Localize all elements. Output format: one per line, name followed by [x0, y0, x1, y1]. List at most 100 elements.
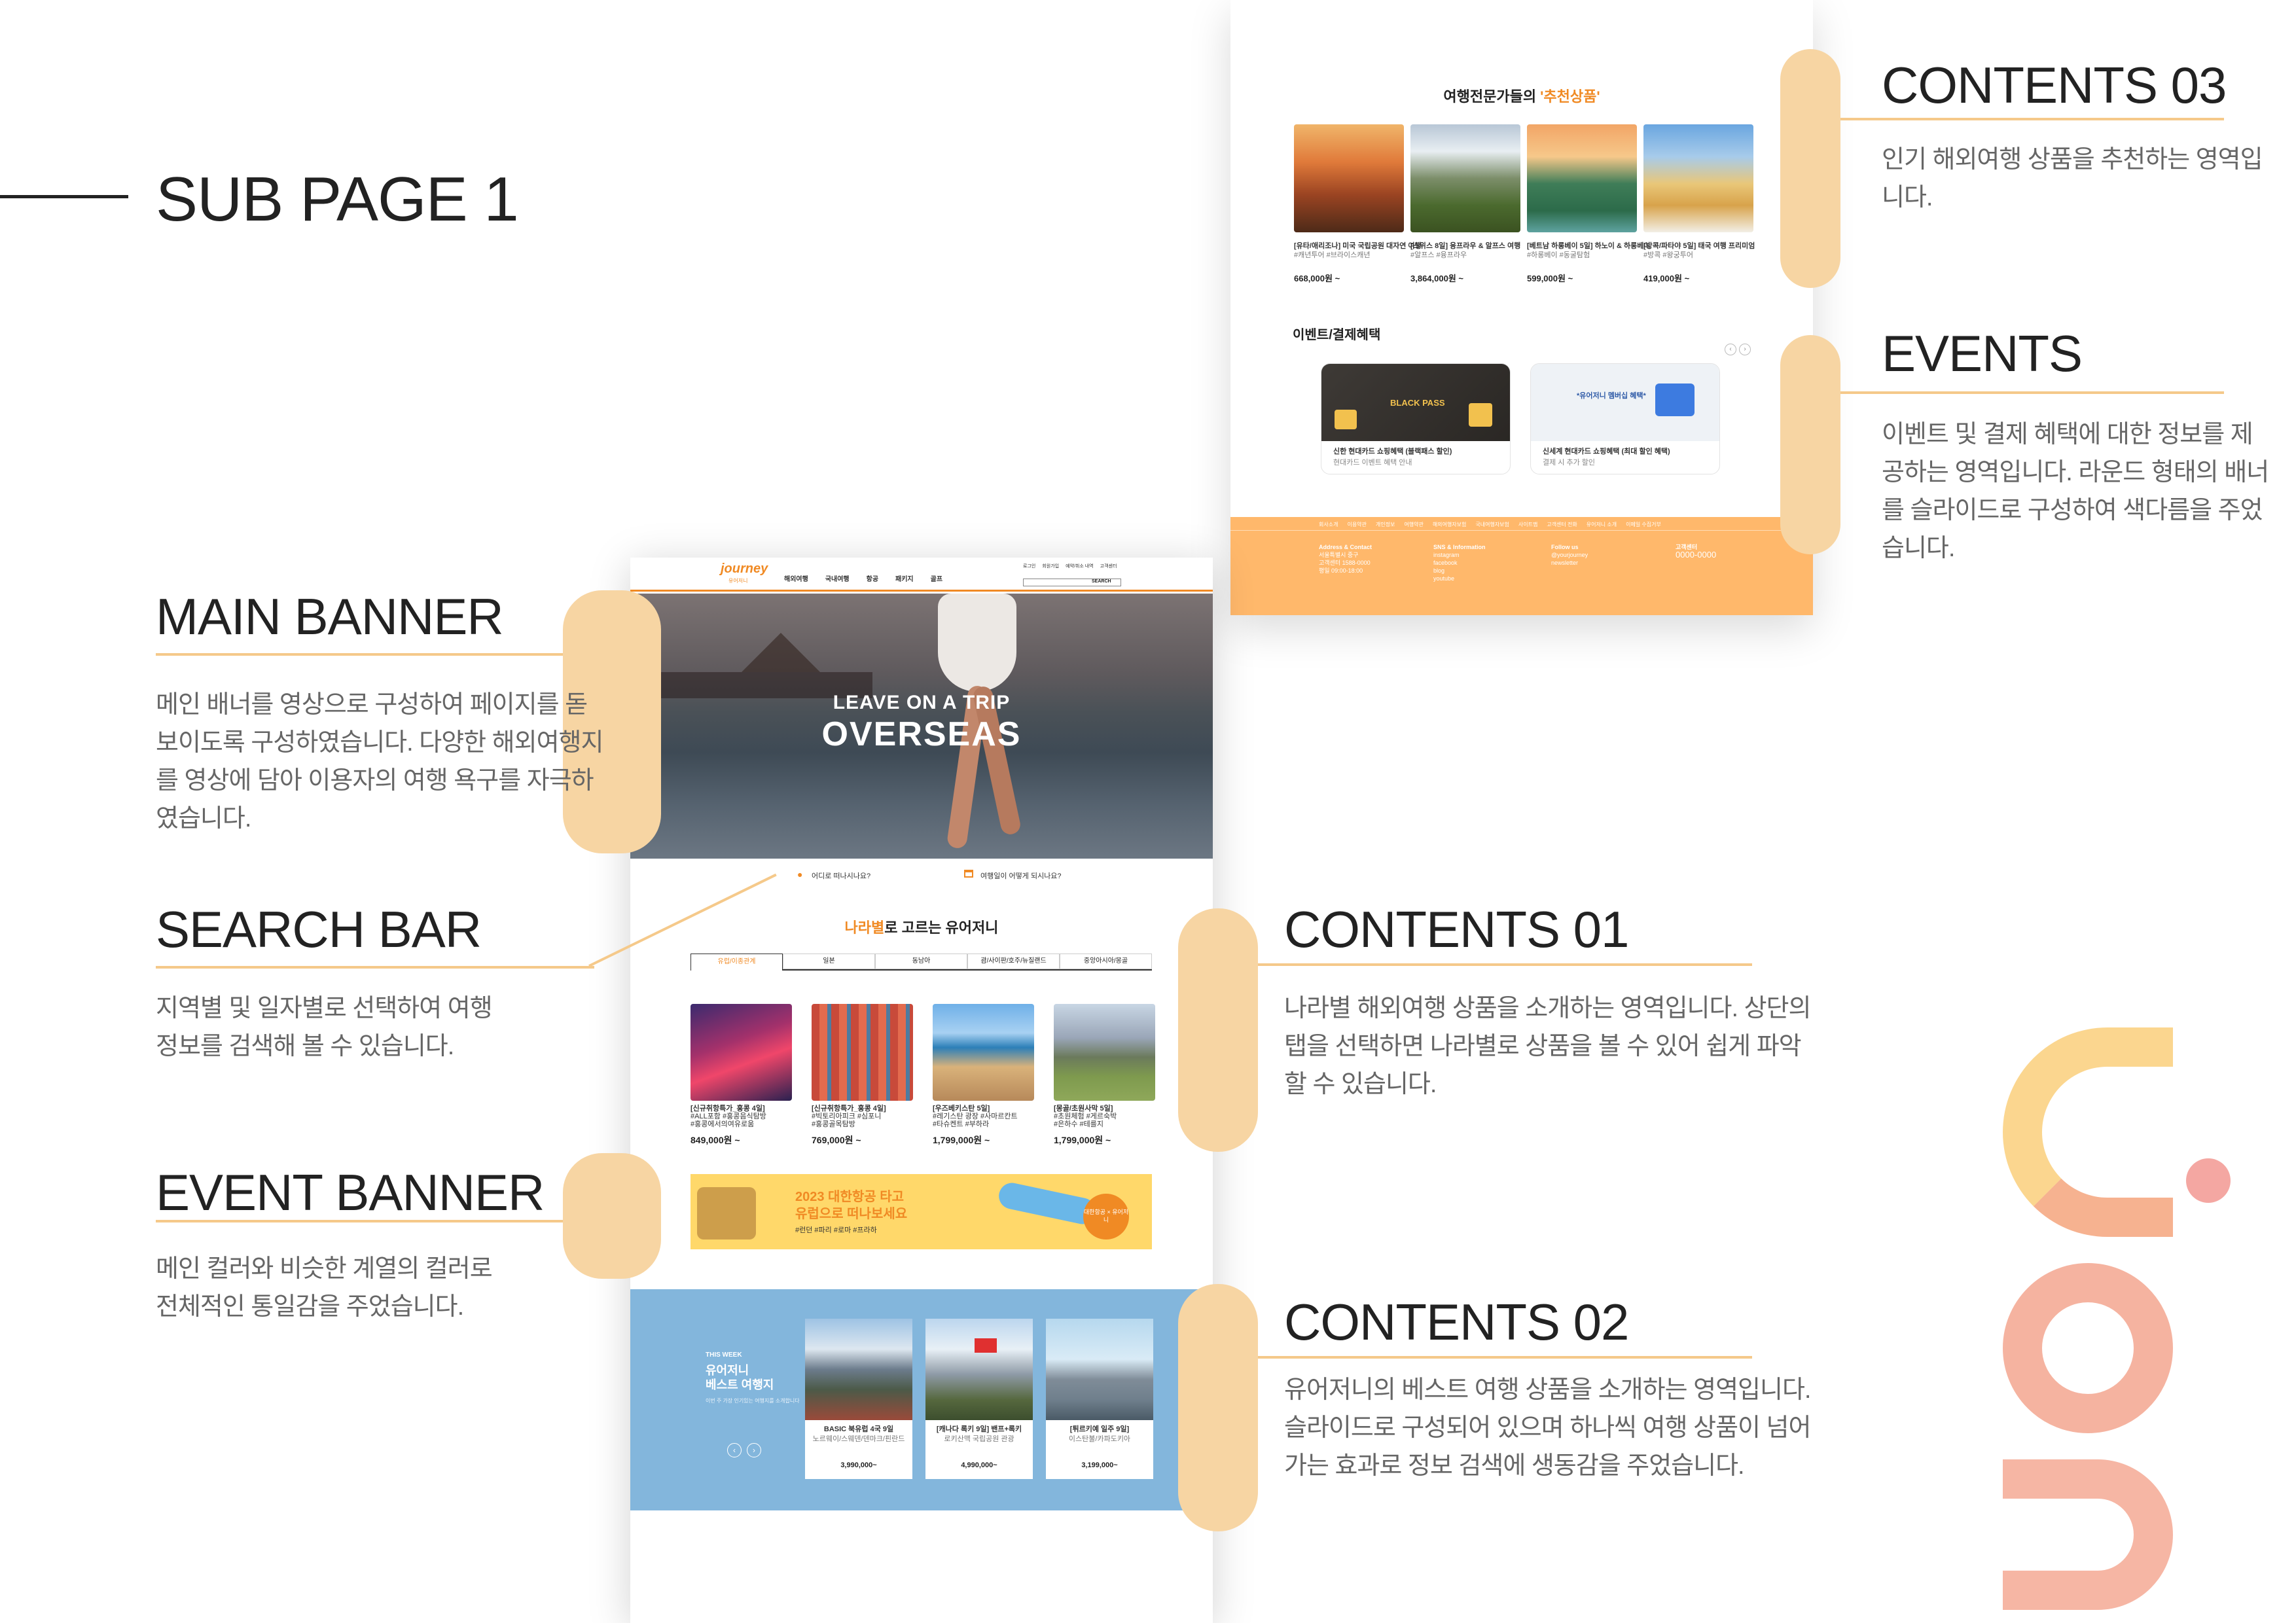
decorative-logo — [1964, 1027, 2238, 1623]
footer: 회사소개 이용약관 개인정보 여행약관 해외여행자보험 국내여행자보험 사이트맵 고객센터 전… — [1230, 517, 1813, 615]
annotation-tab — [563, 1153, 661, 1279]
event-banner-membership: *유어저니 멤버십 혜택* — [1531, 364, 1719, 441]
site-logo[interactable]: journey — [721, 562, 768, 577]
best-card[interactable]: BASIC 북유럽 4국 9일 노르웨이/스웨덴/덴마크/핀란드 3,990,0… — [805, 1319, 912, 1479]
hero-video-banner: LEAVE ON A TRIP OVERSEAS — [630, 594, 1213, 859]
rec-image-temple — [1643, 124, 1753, 232]
annotation-line — [156, 1220, 563, 1222]
annotation-line — [1258, 1356, 1752, 1359]
events-title: EVENTS — [1882, 325, 2083, 382]
search-bar: ● 어디로 떠나시나요? 여행일이 어떻게 되시나요? — [630, 864, 1213, 890]
luggage-illustration — [697, 1187, 756, 1240]
mockup-subpage-main: journey 유어저니 해외여행 국내여행 항공 패키지 골프 로그인 회원가입 예약/취… — [630, 558, 1213, 1623]
country-section-title: 나라별로 고르는 유어저니 — [844, 919, 999, 936]
nav-item[interactable]: 해외여행 — [784, 576, 808, 583]
annotation-line — [156, 653, 563, 656]
site-header: journey 유어저니 해외여행 국내여행 항공 패키지 골프 로그인 회원가입 예약/취… — [630, 558, 1213, 592]
nav-item[interactable]: 골프 — [931, 576, 942, 583]
rec-card[interactable]: [방콕/파타야 5일] 태국 여행 프리미엄 #방콕 #왕궁투어 419,000… — [1643, 124, 1755, 288]
tab-southeast-asia[interactable]: 동남아 — [875, 954, 967, 969]
rec-card[interactable]: [유타/애리조나] 미국 국립공원 대자연 여행 #캐년투어 #브라이스캐년 6… — [1294, 124, 1422, 288]
footer-col: Address & Contact 서울특별시 중구 고객센터 1588-000… — [1319, 544, 1372, 574]
best-card[interactable]: [캐나다 록키 9일] 밴프+록키 로키산맥 국립공원 관광 4,990,000… — [925, 1319, 1033, 1479]
product-card[interactable]: [신규취항특가_홍콩 4일] #ALL포함 #홍콩음식탐방 #홍콩에서의여유로움… — [691, 1004, 792, 1145]
product-card[interactable]: [우즈베키스탄 5일] #레기스탄 광장 #사마르칸트 #타슈켄트 #부하라 1… — [933, 1004, 1034, 1145]
rec-title: 여행전문가들의 '추천상품' — [1443, 88, 1600, 105]
tab-central-asia[interactable]: 중앙아시아/몽골 — [1060, 954, 1152, 969]
nav-item[interactable]: 국내여행 — [825, 576, 850, 583]
contents03-desc: 인기 해외여행 상품을 추천하는 영역입 니다. — [1882, 146, 2263, 211]
hero-hut — [742, 633, 820, 672]
events-prev-button[interactable]: ‹ — [1725, 344, 1736, 355]
main-banner-desc: 메인 배너를 영상으로 구성하여 페이지를 돋 보이도록 구성하였습니다. 다양… — [156, 691, 603, 832]
footer-col: Follow us @yourjourney newsletter — [1551, 544, 1588, 566]
event-banner-desc: 메인 컬러와 비슷한 계열의 컬러로 전체적인 통일감을 주었습니다. — [156, 1255, 493, 1321]
nav-item[interactable]: 패키지 — [895, 576, 914, 583]
annotation-line — [156, 966, 594, 969]
rec-card[interactable]: [스위스 8일] 융프라우 & 알프스 여행 #알프스 #융프라우 3,864,… — [1410, 124, 1520, 288]
hero-title: OVERSEAS — [821, 715, 1022, 753]
rec-image-alps — [1410, 124, 1520, 232]
annotation-tab — [1780, 49, 1840, 288]
contents01-desc: 나라별 해외여행 상품을 소개하는 영역입니다. 상단의 탭을 선택하면 나라별… — [1284, 995, 1811, 1098]
events-desc: 이벤트 및 결제 혜택에 대한 정보를 제 공하는 영역입니다. 라운드 형태의… — [1882, 421, 2269, 562]
event-card[interactable]: *유어저니 멤버십 혜택* 신세계 현대카드 쇼핑혜택 (최대 할인 혜택) 결… — [1530, 363, 1720, 474]
hero-subtitle: LEAVE ON A TRIP — [833, 692, 1011, 713]
nav-item[interactable]: 항공 — [867, 576, 878, 583]
airplane-icon — [996, 1180, 1098, 1227]
footer-links: 회사소개 이용약관 개인정보 여행약관 해외여행자보험 국내여행자보험 사이트맵 고객센터 전… — [1319, 522, 1661, 527]
search-where-field[interactable]: 어디로 떠나시나요? — [812, 870, 870, 881]
annotation-tab — [1780, 335, 1840, 554]
events-title: 이벤트/결제혜택 — [1293, 328, 1381, 342]
contents01-title: CONTENTS 01 — [1284, 901, 1629, 958]
top-links: 로그인 회원가입 예약/취소 내역 고객센터 — [1023, 564, 1117, 569]
annotation-line — [1258, 963, 1752, 966]
mockup-subpage-bottom: 여행전문가들의 '추천상품' [유타/애리조나] 미국 국립공원 대자연 여행 … — [1230, 0, 1813, 615]
event-banner-title: EVENT BANNER — [156, 1164, 545, 1221]
country-tabs: 유럽/이종관계 일본 동남아 괌/사이판/호주/뉴질랜드 중앙아시아/몽골 — [691, 954, 1152, 971]
product-card[interactable]: [몽골/초원사막 5일] #초원체험 #게르숙박 #은하수 #테를지 1,799… — [1054, 1004, 1155, 1145]
search-bar-title: SEARCH BAR — [156, 901, 482, 958]
search-when-field[interactable]: 여행일이 어떻게 되시나요? — [980, 870, 1062, 881]
location-pin-icon: ● — [797, 869, 803, 880]
annotation-line — [1840, 118, 2224, 120]
page-title: SUB PAGE 1 — [156, 164, 519, 234]
product-card[interactable]: [신규취항특가_홍콩 4일] #빅토리아피크 #심포니 #홍콩골목탐방 769,… — [812, 1004, 913, 1145]
best-prev-button[interactable]: ‹ — [727, 1443, 742, 1457]
header-search-button[interactable]: SEARCH — [1092, 579, 1111, 584]
tab-europe[interactable]: 유럽/이종관계 — [691, 954, 783, 971]
annotation-line — [1840, 391, 2224, 394]
rec-image-halong — [1527, 124, 1637, 232]
event-card[interactable]: BLACK PASS 신한 현대카드 쇼핑혜택 (블랙패스 할인) 현대카드 이… — [1321, 363, 1511, 474]
footer-col: SNS & Information instagram facebook blo… — [1433, 544, 1486, 582]
best-section: THIS WEEK 유어저니 베스트 여행지 이번 주 가장 인기있는 여행지를… — [630, 1289, 1213, 1510]
product-image-hongkong-building — [812, 1004, 913, 1101]
best-image-canada — [925, 1319, 1033, 1420]
best-card[interactable]: [튀르키예 일주 9일] 이스탄불/카파도키아 3,199,000~ — [1046, 1319, 1153, 1479]
calendar-icon — [964, 870, 973, 878]
footer-col: 고객센터 0000-0000 — [1676, 544, 1717, 560]
product-image-mongolia — [1054, 1004, 1155, 1101]
contents02-desc: 유어저니의 베스트 여행 상품을 소개하는 영역입니다. 슬라이드로 구성되어 … — [1284, 1376, 1811, 1480]
best-image-norway — [805, 1319, 912, 1420]
rec-card[interactable]: [베트남 하롱베이 5일] 하노이 & 하롱베이 #하롱베이 #동굴탐험 599… — [1527, 124, 1650, 288]
events-next-button[interactable]: › — [1739, 344, 1751, 355]
annotation-tab — [1178, 1284, 1258, 1531]
product-image-hongkong-night — [691, 1004, 792, 1101]
tab-oceania[interactable]: 괌/사이판/호주/뉴질랜드 — [967, 954, 1060, 969]
product-image-uzbekistan — [933, 1004, 1034, 1101]
main-banner-title: MAIN BANNER — [156, 588, 504, 645]
best-image-turkey — [1046, 1319, 1153, 1420]
annotation-tab — [1178, 908, 1258, 1152]
event-badge: 대한항공 × 유어저니 — [1083, 1194, 1129, 1240]
rec-image-canyon — [1294, 124, 1404, 232]
event-banner-blackpass: BLACK PASS — [1321, 364, 1510, 441]
tab-japan[interactable]: 일본 — [783, 954, 875, 969]
contents02-title: CONTENTS 02 — [1284, 1293, 1629, 1351]
event-banner[interactable]: 2023 대한항공 타고 유럽으로 떠나보세요 #런던 #파리 #로마 #프라하… — [691, 1174, 1152, 1249]
search-bar-desc: 지역별 및 일자별로 선택하여 여행 정보를 검색해 볼 수 있습니다. — [156, 995, 493, 1060]
contents03-title: CONTENTS 03 — [1882, 56, 2227, 114]
best-next-button[interactable]: › — [747, 1443, 761, 1457]
site-nav: 해외여행 국내여행 항공 패키지 골프 — [784, 573, 942, 583]
title-divider-line — [0, 195, 128, 198]
